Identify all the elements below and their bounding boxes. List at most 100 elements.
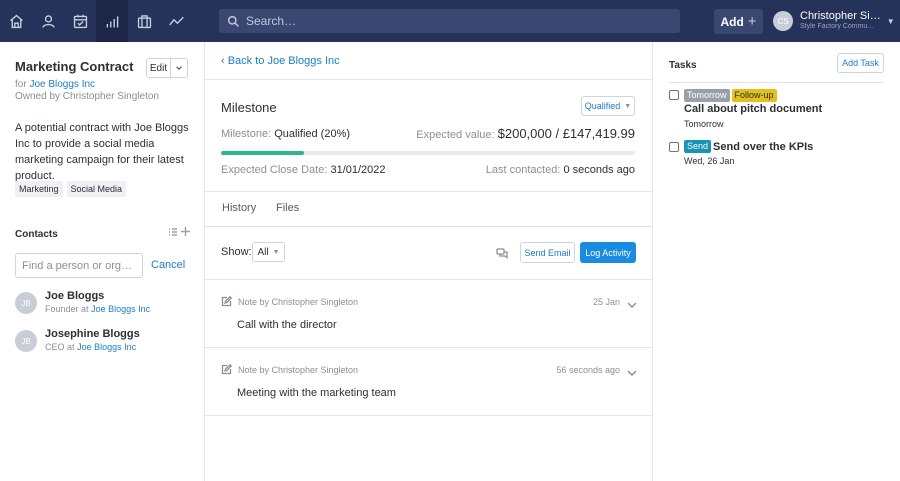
back-link[interactable]: ‹ Back to Joe Bloggs Inc [221,55,340,67]
divider [205,226,653,227]
divider [205,191,653,192]
tasks-heading: Tasks [669,60,697,71]
for-line: for Joe Bloggs Inc [15,79,95,90]
last-contacted: Last contacted: 0 seconds ago [486,164,635,176]
cancel-link[interactable]: Cancel [151,259,185,271]
contact-item[interactable]: JB Joe Bloggs Founder at Joe Bloggs Inc [15,289,150,316]
plus-icon: + [747,13,757,30]
note-date: 25 Jan [592,297,620,307]
task-badges: Send Send over the KPIs [684,140,813,153]
caret-down-icon: ▼ [886,16,895,26]
show-filter-value: All [257,246,269,258]
log-activity-button[interactable]: Log Activity [580,242,636,263]
history-item: Note by Christopher Singleton 25 Jan Cal… [205,279,653,347]
edit-button-group: Edit [146,58,188,78]
page-title: Marketing Contract [15,59,134,74]
calendar-icon [73,14,87,28]
tag-list: Marketing Social Media [15,181,127,197]
close-date-value: 31/01/2022 [330,164,386,176]
opportunity-main: ‹ Back to Joe Bloggs Inc Milestone Quali… [205,42,653,481]
user-name: Christopher Si… [800,10,881,22]
note-expand-button[interactable] [627,298,637,312]
for-prefix: for [15,79,27,90]
note-date: 56 seconds ago [556,365,620,375]
expected-value: Expected value: $200,000 / £147,419.99 [416,126,635,141]
lead-sidebar: Marketing Contract Edit for Joe Bloggs I… [0,42,205,481]
search-input[interactable] [246,14,666,28]
milestone-value: Qualified (20%) [274,128,351,140]
tab-history[interactable]: History [222,202,256,214]
person-icon [41,14,55,28]
contact-avatar: JB [15,330,37,352]
milestone-progress-bar [221,151,635,155]
add-button[interactable]: Add + [714,9,763,34]
note-icon [221,295,233,310]
tab-files[interactable]: Files [276,202,299,214]
avatar: CS [773,11,793,31]
nav-calendar[interactable] [64,0,96,42]
contact-item[interactable]: JB Josephine Bloggs CEO at Joe Bloggs In… [15,327,140,354]
tasks-panel: Tasks Add Task Tomorrow Follow-up Call a… [653,42,900,481]
contact-role-title: Founder [45,304,79,314]
task-title-row: Call about pitch document [684,103,822,115]
nav-people[interactable] [32,0,64,42]
milestone-dropdown-label: Qualified [584,101,621,111]
show-label: Show: [221,246,252,258]
contact-company-link[interactable]: Joe Bloggs Inc [77,342,136,352]
plus-icon[interactable] [180,226,191,237]
list-icon[interactable] [168,227,178,237]
close-date: Expected Close Date: 31/01/2022 [221,164,386,176]
add-task-button[interactable]: Add Task [837,53,884,73]
chevron-down-icon [627,370,637,376]
close-date-label: Expected Close Date: [221,164,328,176]
conversation-toggle[interactable] [496,247,508,262]
nav-reports[interactable] [160,0,192,42]
main-nav [0,0,192,42]
chevron-down-icon [627,302,637,308]
contact-role-at: at [81,304,89,314]
caret-down-icon: ▼ [272,248,280,256]
contact-name[interactable]: Joe Bloggs [45,289,150,303]
task-type-badge: Send [684,140,712,153]
edit-button[interactable]: Edit [146,58,171,78]
caret-down-icon: ▼ [624,102,632,110]
note-body: Call with the director [237,319,337,331]
add-label: Add [720,14,744,29]
milestone-dropdown[interactable]: Qualified ▼ [581,96,635,116]
company-link[interactable]: Joe Bloggs Inc [29,79,95,90]
send-email-button[interactable]: Send Email [520,242,575,263]
note-icon [221,363,233,378]
nav-projects[interactable] [128,0,160,42]
nav-pipeline[interactable] [96,0,128,42]
expected-value-amount: $200,000 / £147,419.99 [497,126,635,141]
contact-company-link[interactable]: Joe Bloggs Inc [91,304,150,314]
show-filter-select[interactable]: All ▼ [252,242,285,262]
contact-search-input[interactable] [15,253,143,278]
lead-description: A potential contract with Joe Bloggs Inc… [15,122,189,182]
contact-role-title: CEO [45,342,65,352]
task-title[interactable]: Send over the KPIs [713,141,813,153]
nav-home[interactable] [0,0,32,42]
tag-social-media[interactable]: Social Media [66,181,127,197]
note-expand-button[interactable] [627,366,637,380]
global-search[interactable] [219,9,680,33]
briefcase-icon [137,14,151,28]
contact-name[interactable]: Josephine Bloggs [45,327,140,341]
task-checkbox[interactable] [669,142,679,152]
trend-icon [168,16,184,25]
note-body: Meeting with the marketing team [237,387,396,399]
home-icon [9,14,23,28]
chat-bubbles-icon [496,248,508,259]
bars-icon [106,15,118,27]
task-title[interactable]: Call about pitch document [684,103,822,115]
contact-role-at: at [67,342,75,352]
task-checkbox[interactable] [669,90,679,100]
milestone-label: Milestone: [221,128,272,140]
user-menu[interactable]: CS Christopher Si… Style Factory Commu… … [773,6,895,36]
tag-marketing[interactable]: Marketing [15,181,63,197]
progress-fill [221,151,304,155]
task-badges: Tomorrow Follow-up [684,89,777,102]
owner-text: Owned by Christopher Singleton [15,91,159,102]
contact-avatar: JB [15,292,37,314]
edit-dropdown-button[interactable] [171,58,188,78]
